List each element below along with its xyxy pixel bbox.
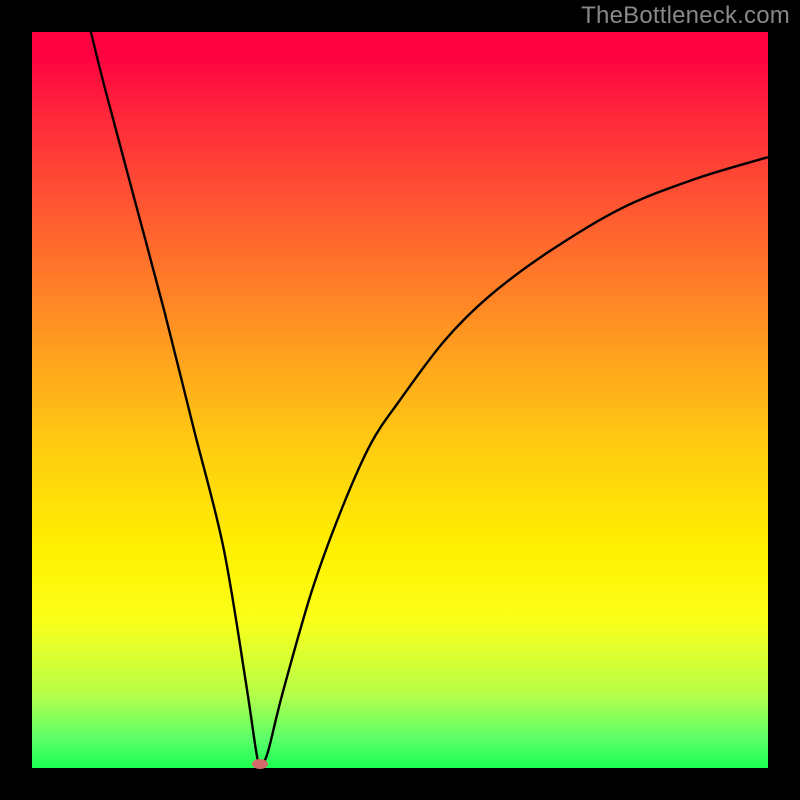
minimum-marker bbox=[252, 759, 268, 769]
plot-area bbox=[32, 32, 768, 768]
curve-line bbox=[32, 32, 768, 768]
chart-frame: TheBottleneck.com bbox=[0, 0, 800, 800]
watermark-text: TheBottleneck.com bbox=[581, 2, 790, 30]
